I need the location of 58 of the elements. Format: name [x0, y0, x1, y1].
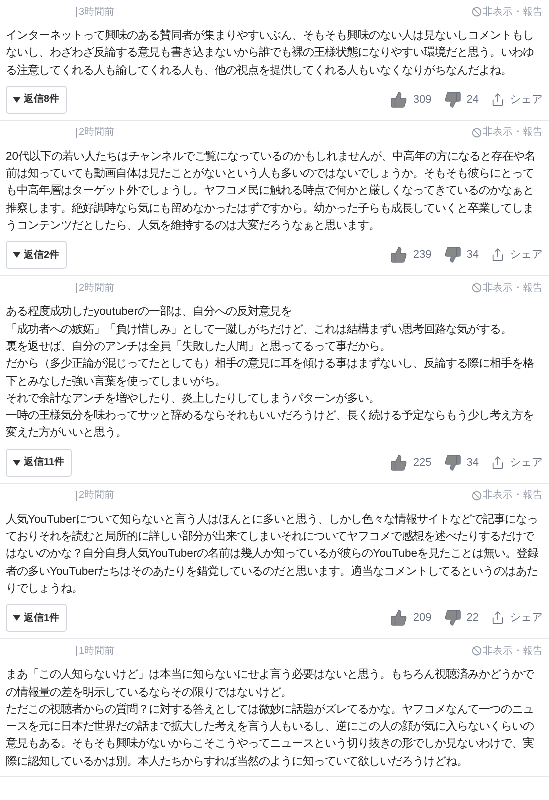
- dislike-count: 24: [466, 92, 479, 108]
- hide-report-link[interactable]: 非表示・報告: [483, 644, 543, 659]
- timestamp: 3時間前: [79, 6, 115, 20]
- comment-text: だから（多少正論が混じってたとしても）相手の意見に耳を傾ける事はまずないし、反論する際に相手を格下とみなした強い言葉を使ってしまいがち。: [6, 356, 535, 390]
- caret-icon: [13, 615, 21, 622]
- thumbs-up-icon[interactable]: [390, 246, 408, 264]
- thumbs-down-icon[interactable]: [444, 609, 462, 628]
- share-icon[interactable]: [491, 610, 505, 626]
- like-count: 239: [413, 248, 432, 264]
- replies-button[interactable]: 返信2件: [6, 241, 67, 270]
- replies-button[interactable]: 返信11件: [6, 448, 72, 477]
- dislike-count: 34: [466, 248, 479, 264]
- share-label[interactable]: シェア: [510, 454, 543, 471]
- timestamp: 2時間前: [79, 282, 115, 296]
- like-count: 209: [413, 610, 432, 626]
- comment-text: 20代以下の若い人たちはチャンネルでご覧になっているのかもしれませんが、中高年の方になると存在や名前は知っていても動画自体は見たことがないという人も多いのではないでしょうか。そもそも彼らにとっても中高年層はターゲット外でしょうし。ヤフコメ民に触れる時点で何かと厳しくなってきているのかなぁと推察します。絶好調時なら気にも留めなかったはずですから。幼かった子らも成長していくと卒業してしまうコンテンツだとしたら、人気を維持するのは大変だろうなぁと思います。: [6, 149, 537, 234]
- thumbs-up-icon[interactable]: [390, 454, 408, 472]
- caret-icon: [13, 96, 21, 103]
- ban-icon: [472, 646, 482, 656]
- caret-icon: [13, 460, 21, 466]
- ban-icon: [472, 128, 482, 138]
- thumbs-down-icon[interactable]: [444, 246, 462, 264]
- hide-report-link[interactable]: 非表示・報告: [483, 280, 543, 296]
- share-label[interactable]: シェア: [510, 247, 543, 264]
- comment-text: 裏を返せば、自分のアンチは全員「失敗した人間」と思ってるって事だから。: [6, 340, 392, 355]
- dislike-count: 22: [466, 610, 479, 626]
- hide-report-link[interactable]: 非表示・報告: [483, 488, 543, 504]
- ban-icon: [472, 283, 482, 294]
- ban-icon: [472, 490, 482, 501]
- thumbs-up-icon[interactable]: [390, 609, 408, 628]
- thumbs-up-icon[interactable]: [390, 90, 408, 109]
- caret-icon: [13, 252, 21, 258]
- timestamp: 1時間前: [79, 644, 115, 659]
- share-label[interactable]: シェア: [510, 610, 543, 626]
- comment-text: インターネットって興味のある賛同者が集まりやすいぶん、そもそも興味のない人は見ないしコメントもしないし、わざわざ反論する意見も書き込まないから誰でも裸の王様状態になりやすい環境だと思う。いわゆる注意してくれる人も諭してくれる人も、他の視点を提供してくれる人もいなくなりがちなんだよね。: [6, 28, 535, 79]
- replies-button[interactable]: 返信8件: [6, 86, 67, 114]
- share-icon[interactable]: [491, 247, 505, 264]
- comment-text: ただこの視聴者からの質問？に対する答えとしては微妙に話題がズレてるかな。ヤフコメなんて一つのニュースを元に日本だ世界だの話まで拡大した考えを言う人もいるし、逆にこの人の顔が気に入らないくらいの意見もある。そもそも興味がないからこそこうやってニュースという切り抜きの形でしか見ないわけで、実際に認知しているかは別。本人たちからすれば当然のように知っていて欲しいだろうけどね。: [6, 702, 535, 770]
- comment-text: まあ「この人知らないけど」は本当に知らないにせよ言う必要はないと思う。もちろん視聴済みかどうかでの情報量の差を明示しているならその限りではないけど。: [6, 667, 536, 701]
- like-count: 225: [413, 456, 432, 470]
- ban-icon: [472, 7, 482, 17]
- like-count: 309: [413, 92, 432, 108]
- hide-report-link[interactable]: 非表示・報告: [483, 4, 543, 20]
- comment-text: 人気YouTuberについて知らないと言う人はほんとに多いと思う、しかし色々な情報サイトなどで記事になっておりそれを読むと局所的に詳しい部分が出来てしまいそれについてヤフコメで感想を述べたりするだけではないのかな？自分自身人気YouTuberの名前は幾人か知っているが彼らのYouTubeを見たことは無い。登録者の多いYouTuberたちはそのあたりを錯覚しているのだと思います。適当なコメントしてるというのはあたりでしょうね。: [6, 512, 540, 597]
- thumbs-down-icon[interactable]: [444, 454, 462, 472]
- comment-text: 一時の王様気分を味わってサッと辞めるならそれもいいだろうけど、長く続ける予定ならもう少し考え方を変えた方がいいと思う。: [6, 408, 535, 442]
- replies-button[interactable]: 返信1件: [6, 604, 67, 632]
- share-label[interactable]: シェア: [510, 92, 543, 108]
- comment-text: 「成功者への嫉妬」「負け惜しみ」として一蹴しがちだけど、これは結構まずい思考回路な気がする。: [6, 322, 513, 338]
- thumbs-down-icon[interactable]: [444, 90, 462, 109]
- hide-report-link[interactable]: 非表示・報告: [483, 125, 543, 140]
- timestamp: 2時間前: [79, 126, 115, 140]
- share-icon[interactable]: [491, 92, 505, 108]
- comment-text: それで余計なアンチを増やしたり、炎上したりしてしまうパターンが多い。: [6, 391, 381, 407]
- timestamp: 2時間前: [79, 488, 115, 504]
- comment-text: ある程度成功したyoutuberの一部は、自分への反対意見を: [6, 304, 293, 320]
- dislike-count: 34: [466, 456, 479, 470]
- share-icon[interactable]: [491, 454, 505, 471]
